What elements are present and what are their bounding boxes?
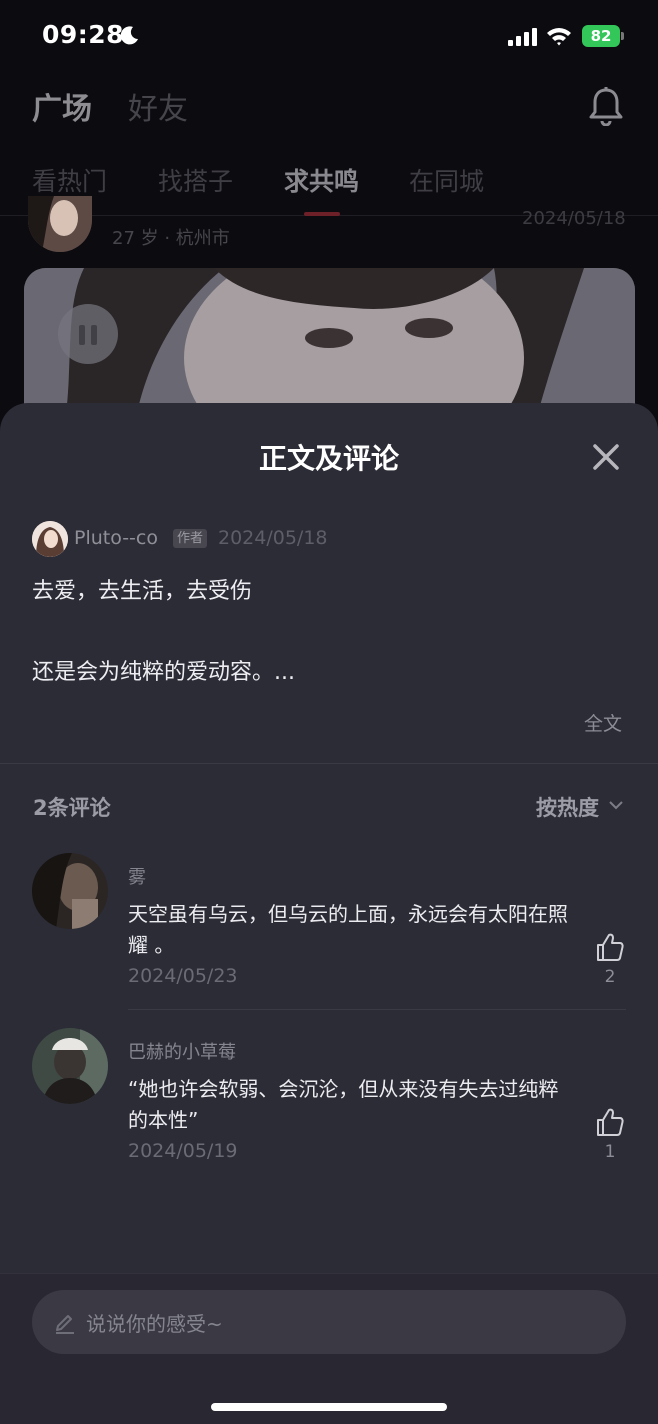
comment-date: 2024/05/19 [128, 1140, 238, 1162]
divider [0, 763, 658, 764]
avatar[interactable] [32, 521, 68, 557]
wifi-icon [547, 28, 571, 46]
tab-resonance[interactable]: 求共鸣 [284, 162, 359, 198]
comment-input-placeholder[interactable]: 说说你的感受~ [86, 1308, 223, 1337]
comment-author[interactable]: 巴赫的小草莓 [128, 1038, 236, 1064]
feed-date: 2024/05/18 [522, 208, 626, 229]
feed-avatar[interactable] [28, 196, 92, 252]
battery-icon: 82 [582, 25, 624, 47]
sheet-title: 正文及评论 [258, 442, 399, 475]
feed-author-meta: 27 岁 · 杭州市 [112, 228, 230, 249]
home-indicator[interactable] [211, 1403, 447, 1411]
pen-icon [56, 1315, 74, 1334]
tab-find-partner[interactable]: 找搭子 [158, 162, 233, 198]
post-text-line: 去爱，去生活，去受伤 [32, 579, 253, 604]
battery-level: 82 [582, 25, 620, 47]
post-author-row: Pluto--co 作者 2024/05/18 [32, 521, 632, 557]
full-text-link[interactable]: 全文 [584, 709, 622, 736]
sort-button[interactable]: 按热度 [536, 792, 599, 822]
comment-input[interactable]: 说说你的感受~ [32, 1290, 626, 1354]
author-name[interactable]: Pluto--co [74, 527, 158, 549]
comment-author[interactable]: 雾 [128, 863, 146, 889]
bell-icon[interactable] [588, 86, 624, 126]
comment-text: 天空虽有乌云，但乌云的上面，永远会有太阳在照耀 。 [128, 902, 568, 957]
comment-item: 巴赫的小草莓 “她也许会软弱、会沉沦，但从来没有失去过纯粹的本性” 2024/0… [0, 1028, 658, 1188]
comment-item: 雾 天空虽有乌云，但乌云的上面，永远会有太阳在照耀 。 2024/05/23 2 [0, 853, 658, 1013]
like-count: 2 [604, 967, 616, 987]
tab-hot[interactable]: 看热门 [32, 162, 107, 198]
post-date: 2024/05/18 [218, 527, 328, 549]
pause-icon[interactable] [58, 304, 118, 364]
thumb-up-icon[interactable] [594, 931, 626, 963]
moon-icon [120, 26, 138, 45]
avatar[interactable] [32, 1028, 108, 1104]
close-icon[interactable] [590, 441, 622, 473]
tab-same-city[interactable]: 在同城 [409, 162, 484, 198]
comment-input-bar: 说说你的感受~ [0, 1273, 658, 1424]
comments-count: 2条评论 [33, 796, 111, 820]
comment-text: “她也许会软弱、会沉沦，但从来没有失去过纯粹的本性” [128, 1077, 559, 1132]
status-time: 09:28 [42, 20, 125, 49]
comment-date: 2024/05/23 [128, 965, 238, 987]
like-count: 1 [604, 1142, 616, 1162]
tab-square[interactable]: 广场 [32, 84, 92, 128]
post-text-line: 还是会为纯粹的爱动容。... [32, 660, 295, 685]
comments-sheet: 正文及评论 Pluto--co 作者 2024/05/18 去爱，去生活，去受伤… [0, 403, 658, 1424]
status-bar: 09:28 82 [0, 0, 658, 72]
active-tab-indicator [304, 212, 340, 216]
avatar[interactable] [32, 853, 108, 929]
divider [128, 1009, 626, 1010]
tab-friends[interactable]: 好友 [128, 84, 188, 128]
author-badge: 作者 [173, 529, 208, 548]
chevron-down-icon[interactable] [608, 799, 624, 811]
signal-icon [508, 28, 537, 46]
thumb-up-icon[interactable] [594, 1106, 626, 1138]
